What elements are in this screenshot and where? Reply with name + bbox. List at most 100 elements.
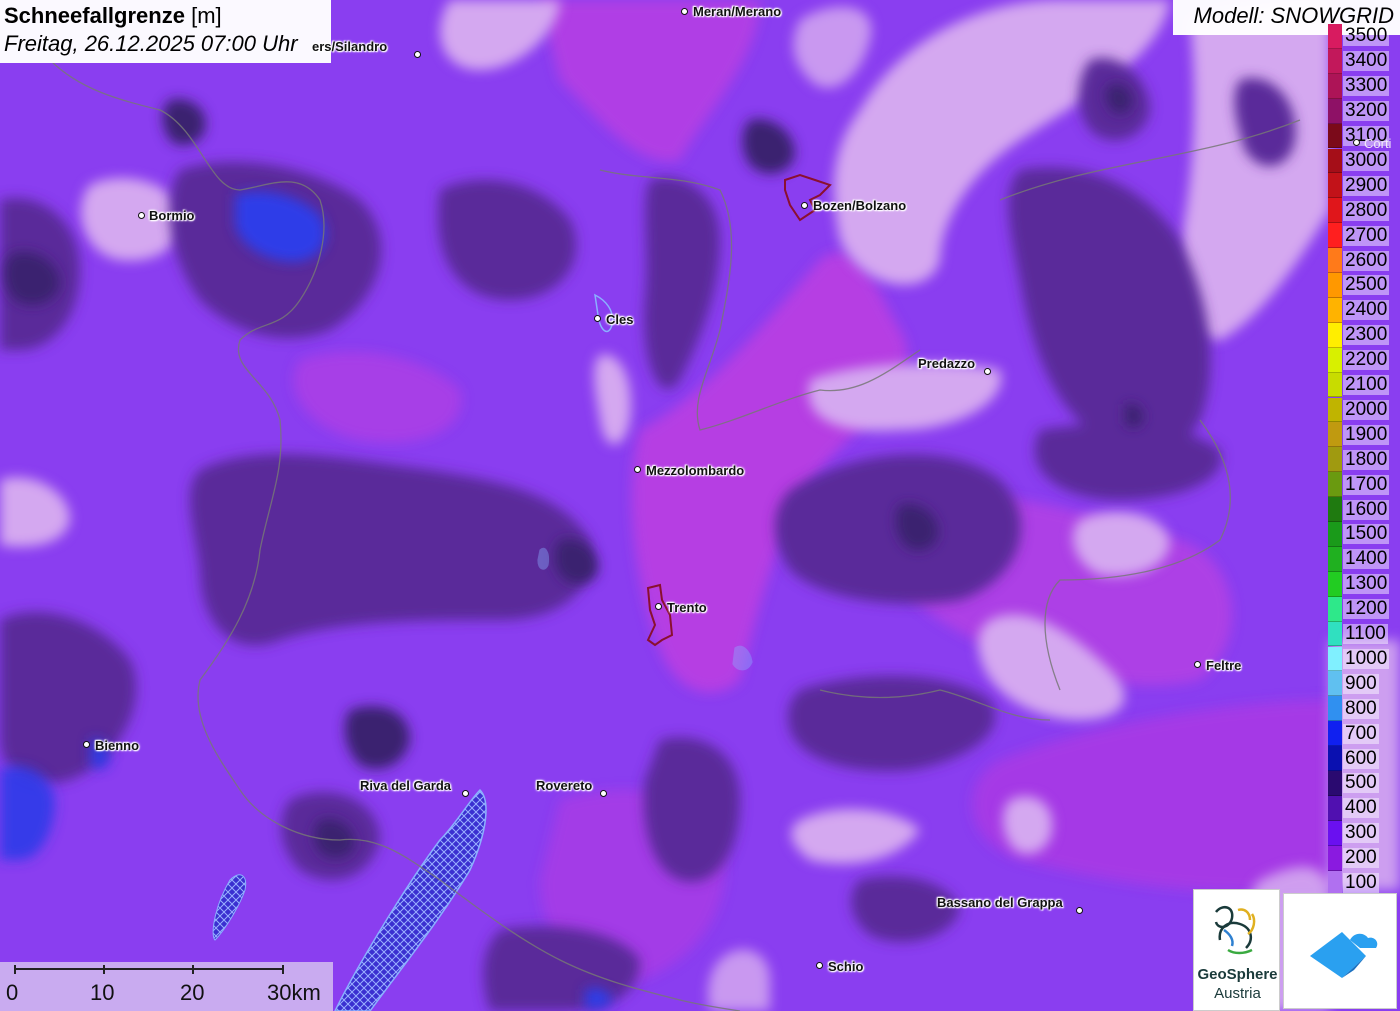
legend-swatch <box>1328 546 1342 572</box>
legend-swatch <box>1328 472 1342 498</box>
legend-row: 3400 <box>1328 48 1400 74</box>
legend-label: 1100 <box>1343 623 1388 645</box>
city-label[interactable]: Bozen/Bolzano <box>813 198 906 213</box>
city-label[interactable]: Schio <box>828 959 863 974</box>
legend-row: 1200 <box>1328 596 1400 622</box>
title-name: Schneefallgrenze <box>4 3 185 28</box>
city-marker[interactable] <box>599 789 607 797</box>
legend-label: 1700 <box>1343 473 1390 495</box>
city-label[interactable]: Trento <box>667 600 707 615</box>
legend-label: 3400 <box>1343 50 1390 72</box>
city-marker[interactable] <box>137 211 145 219</box>
legend-swatch <box>1328 522 1342 547</box>
city-label[interactable]: Riva del Garda <box>360 778 451 793</box>
city-marker[interactable] <box>82 740 90 748</box>
legend-row: 1600 <box>1328 497 1400 522</box>
legend-swatch <box>1328 671 1342 697</box>
city-marker[interactable] <box>461 789 469 797</box>
city-label[interactable]: ers/Silandro <box>312 39 387 54</box>
legend-label: 1400 <box>1343 548 1390 570</box>
city-marker[interactable] <box>633 465 641 473</box>
scale-label-0: 0 <box>6 980 19 1005</box>
title-unit: [m] <box>191 3 222 28</box>
snowfall-line-map[interactable] <box>0 0 1400 1011</box>
legend-row: 2500 <box>1328 273 1400 298</box>
weather-app-logo[interactable] <box>1283 893 1397 1009</box>
legend-row: 2200 <box>1328 347 1400 373</box>
legend-label: 500 <box>1343 772 1379 794</box>
legend-row: 400 <box>1328 795 1400 821</box>
legend-label: 2400 <box>1343 299 1390 321</box>
legend-swatch <box>1328 347 1342 373</box>
legend-label: 2100 <box>1343 374 1390 396</box>
legend-swatch <box>1328 248 1342 273</box>
legend-row: 800 <box>1328 696 1400 722</box>
legend-swatch <box>1328 73 1342 99</box>
city-label[interactable]: Meran/Merano <box>693 4 781 19</box>
legend-row: 1500 <box>1328 522 1400 547</box>
city-label[interactable]: Mezzolombardo <box>646 463 744 478</box>
city-label[interactable]: Bienno <box>95 738 139 753</box>
legend-swatch <box>1328 372 1342 398</box>
legend-label: 2000 <box>1343 398 1390 420</box>
map-title: Schneefallgrenze [m] <box>4 2 327 30</box>
city-label[interactable]: Feltre <box>1206 658 1241 673</box>
legend-row: 2800 <box>1328 198 1400 224</box>
legend-swatch <box>1328 646 1342 672</box>
legend-row: 600 <box>1328 746 1400 771</box>
city-marker[interactable] <box>983 367 991 375</box>
legend-label: 1600 <box>1343 498 1390 520</box>
legend-label: 1200 <box>1343 598 1390 620</box>
legend-swatch <box>1328 870 1342 896</box>
city-marker[interactable] <box>1075 906 1083 914</box>
legend-label: 2600 <box>1343 249 1390 271</box>
legend-row: 3300 <box>1328 73 1400 99</box>
geosphere-emblem-icon <box>1214 905 1256 955</box>
legend-row: 900 <box>1328 671 1400 697</box>
city-label[interactable]: Corti <box>1364 136 1391 151</box>
legend-label: 700 <box>1343 722 1379 744</box>
legend-row: 2100 <box>1328 372 1400 398</box>
legend-label: 1000 <box>1343 647 1390 669</box>
city-label[interactable]: Bassano del Grappa <box>937 895 1063 910</box>
legend-label: 3300 <box>1343 75 1390 97</box>
legend-row: 100 <box>1328 870 1400 896</box>
scale-label-30km: 30km <box>267 980 321 1005</box>
city-marker[interactable] <box>1352 138 1360 146</box>
legend-row: 2900 <box>1328 173 1400 199</box>
city-marker[interactable] <box>654 602 662 610</box>
city-marker[interactable] <box>593 314 601 322</box>
legend-swatch <box>1328 721 1342 747</box>
legend-swatch <box>1328 447 1342 473</box>
city-label[interactable]: Cles <box>606 312 633 327</box>
legend-row: 200 <box>1328 845 1400 871</box>
legend-label: 1800 <box>1343 448 1390 470</box>
legend-label: 1300 <box>1343 573 1390 595</box>
legend-row: 1700 <box>1328 472 1400 498</box>
city-label[interactable]: Predazzo <box>918 356 975 371</box>
city-marker[interactable] <box>800 201 808 209</box>
legend-label: 400 <box>1343 797 1379 819</box>
geosphere-logo-line1: GeoSphere <box>1197 966 1278 983</box>
city-marker[interactable] <box>815 961 823 969</box>
legend-row: 500 <box>1328 771 1400 796</box>
legend-swatch <box>1328 297 1342 323</box>
title-box: Schneefallgrenze [m] Freitag, 26.12.2025… <box>0 0 331 63</box>
legend-label: 3200 <box>1343 100 1390 122</box>
legend-swatch <box>1328 596 1342 622</box>
legend-swatch <box>1328 746 1342 771</box>
legend-swatch <box>1328 795 1342 821</box>
legend-row: 1400 <box>1328 546 1400 572</box>
city-marker[interactable] <box>1193 660 1201 668</box>
city-marker[interactable] <box>680 7 688 15</box>
legend-swatch <box>1328 571 1342 597</box>
geosphere-logo[interactable]: GeoSphere Austria <box>1193 889 1280 1011</box>
legend-label: 100 <box>1343 872 1379 894</box>
legend-row: 2000 <box>1328 397 1400 423</box>
legend-row: 3200 <box>1328 98 1400 124</box>
city-label[interactable]: Bormio <box>149 208 195 223</box>
city-label[interactable]: Rovereto <box>536 778 592 793</box>
city-marker[interactable] <box>413 50 421 58</box>
legend-swatch <box>1328 820 1342 846</box>
color-legend: 3500 3400 3300 3200 3100 3000 2900 2800 2700 2600… <box>1328 24 1400 896</box>
